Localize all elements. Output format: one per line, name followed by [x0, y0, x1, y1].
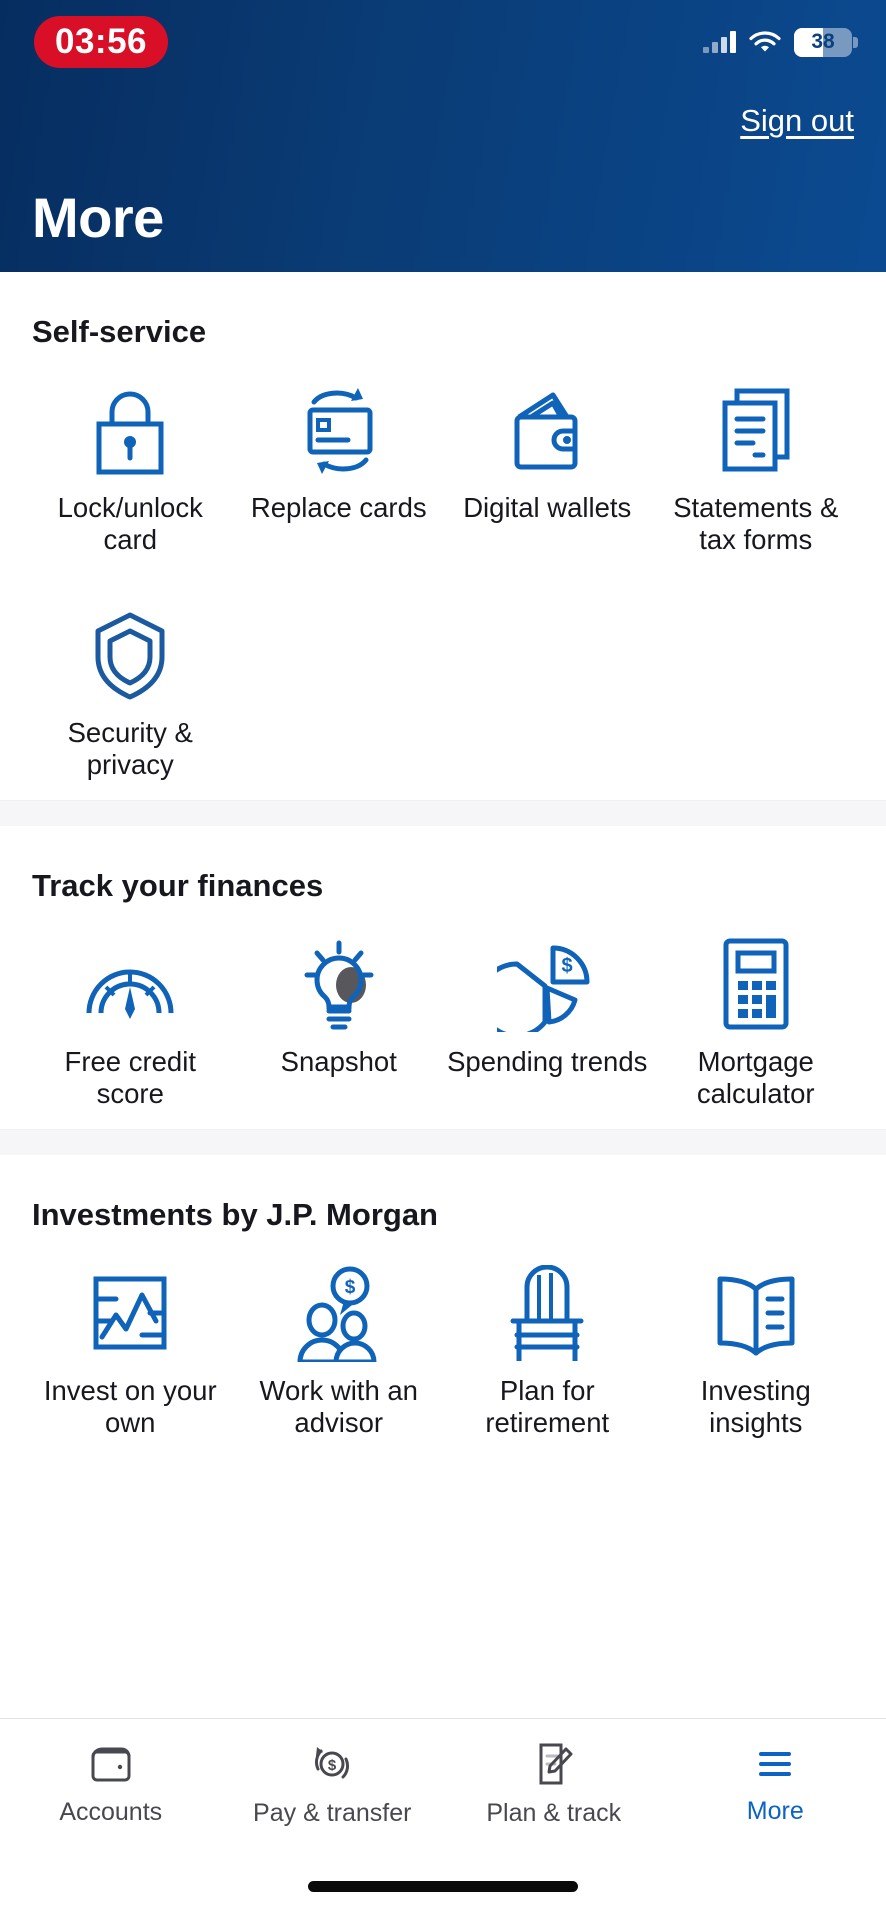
battery-level: 38 [811, 30, 835, 53]
recording-time-pill: 03:56 [34, 15, 169, 69]
line-chart-icon [84, 1265, 176, 1361]
tile-label: Spending trends [447, 1045, 648, 1077]
tile-label: Security & privacy [67, 716, 193, 781]
status-indicators: 38 [703, 27, 858, 57]
tile-label: Snapshot [280, 1045, 397, 1077]
chair-icon [501, 1264, 593, 1361]
svg-text:$: $ [344, 1277, 355, 1298]
tile-snapshot[interactable]: Snapshot [235, 908, 444, 1129]
tile-label: Free credit score [64, 1045, 196, 1110]
svg-text:$: $ [562, 955, 573, 977]
tile-statements-tax-forms[interactable]: Statements & tax forms [652, 354, 861, 575]
documents-icon [711, 382, 801, 478]
tile-grid: Lock/unlock card Replace cards Digital w… [26, 354, 860, 800]
tile-label: Investing insights [700, 1374, 811, 1439]
calculator-icon [714, 936, 798, 1032]
nav-item-plan-track[interactable]: Plan & track [443, 1719, 665, 1847]
status-bar: 03:56 38 [0, 0, 886, 84]
tile-investing-insights[interactable]: Investing insights [652, 1237, 861, 1458]
tile-label: Work with an advisor [259, 1374, 418, 1439]
tile-work-with-advisor[interactable]: $ Work with an advisor [235, 1237, 444, 1458]
tile-mortgage-calculator[interactable]: Mortgage calculator [652, 908, 861, 1129]
tile-digital-wallets[interactable]: Digital wallets [443, 354, 652, 575]
tile-label: Statements & tax forms [673, 492, 839, 556]
dollar-refresh-icon: $ [315, 1746, 350, 1778]
section-title: Track your finances [32, 867, 324, 903]
section-title: Self-service [32, 314, 207, 349]
nav-label: Plan & track [486, 1798, 622, 1827]
svg-text:$: $ [328, 1757, 337, 1774]
section-title: Investments by J.P. Morgan [32, 1196, 438, 1232]
nav-item-accounts[interactable]: Accounts [0, 1719, 222, 1847]
tile-label: Invest on your own [43, 1374, 217, 1439]
document-pen-icon [539, 1743, 573, 1784]
tile-label: Digital wallets [463, 492, 632, 523]
app-header: 03:56 38 Sign out More [0, 0, 886, 272]
tile-spending-trends[interactable]: $ Spending trends [443, 908, 652, 1129]
tile-grid: Free credit score Snapshot $ Spending tr… [26, 908, 860, 1129]
section-investments: Investments by J.P. Morgan Invest on you… [0, 1154, 886, 1458]
people-dollar-icon: $ [292, 1265, 386, 1362]
tile-label: Mortgage calculator [696, 1045, 815, 1110]
page-title: More [32, 186, 164, 249]
tile-replace-cards[interactable]: Replace cards [235, 354, 444, 575]
app-screen: 03:56 38 Sign out More Self-service Lock… [0, 0, 886, 1920]
open-book-icon [708, 1265, 804, 1361]
tile-grid: Invest on your own $ Work with an adviso… [26, 1237, 860, 1458]
tile-label: Replace cards [250, 492, 427, 523]
tile-label: Plan for retirement [485, 1374, 610, 1439]
tile-security-privacy[interactable]: Security & privacy [26, 579, 235, 800]
padlock-icon [87, 382, 173, 478]
tile-label: Lock/unlock card [57, 492, 203, 556]
card-refresh-icon [292, 382, 386, 478]
wifi-icon [749, 31, 781, 52]
nav-item-pay-transfer[interactable]: $ Pay & transfer [222, 1719, 444, 1847]
section-track-finances: Track your finances Free credit score Sn… [0, 825, 886, 1129]
section-divider [0, 799, 886, 826]
nav-item-more[interactable]: More [665, 1719, 886, 1847]
cellular-signal-icon [703, 31, 736, 53]
lightbulb-icon [291, 936, 387, 1032]
section-self-service: Self-service Lock/unlock card Replace ca… [0, 272, 886, 800]
nav-label: Pay & transfer [253, 1798, 412, 1827]
tile-plan-for-retirement[interactable]: Plan for retirement [443, 1237, 652, 1458]
tile-invest-on-your-own[interactable]: Invest on your own [26, 1237, 235, 1458]
content-scroll[interactable]: Self-service Lock/unlock card Replace ca… [0, 272, 886, 1920]
sign-out-link[interactable]: Sign out [740, 103, 854, 139]
hamburger-icon [759, 1751, 792, 1776]
wallet-nav-icon [91, 1747, 131, 1781]
home-indicator [308, 1881, 578, 1892]
nav-label: More [746, 1796, 804, 1825]
nav-label: Accounts [59, 1797, 163, 1826]
tile-free-credit-score[interactable]: Free credit score [26, 908, 235, 1129]
wallet-icon [501, 382, 593, 478]
pie-chart-dollar-icon: $ [497, 936, 597, 1032]
tile-lock-unlock-card[interactable]: Lock/unlock card [26, 354, 235, 575]
section-divider [0, 1128, 886, 1155]
bottom-navigation: Accounts $ Pay & transfer Plan & track M… [0, 1718, 886, 1920]
battery-icon: 38 [794, 27, 858, 57]
shield-icon [86, 607, 174, 703]
gauge-icon [79, 936, 181, 1032]
